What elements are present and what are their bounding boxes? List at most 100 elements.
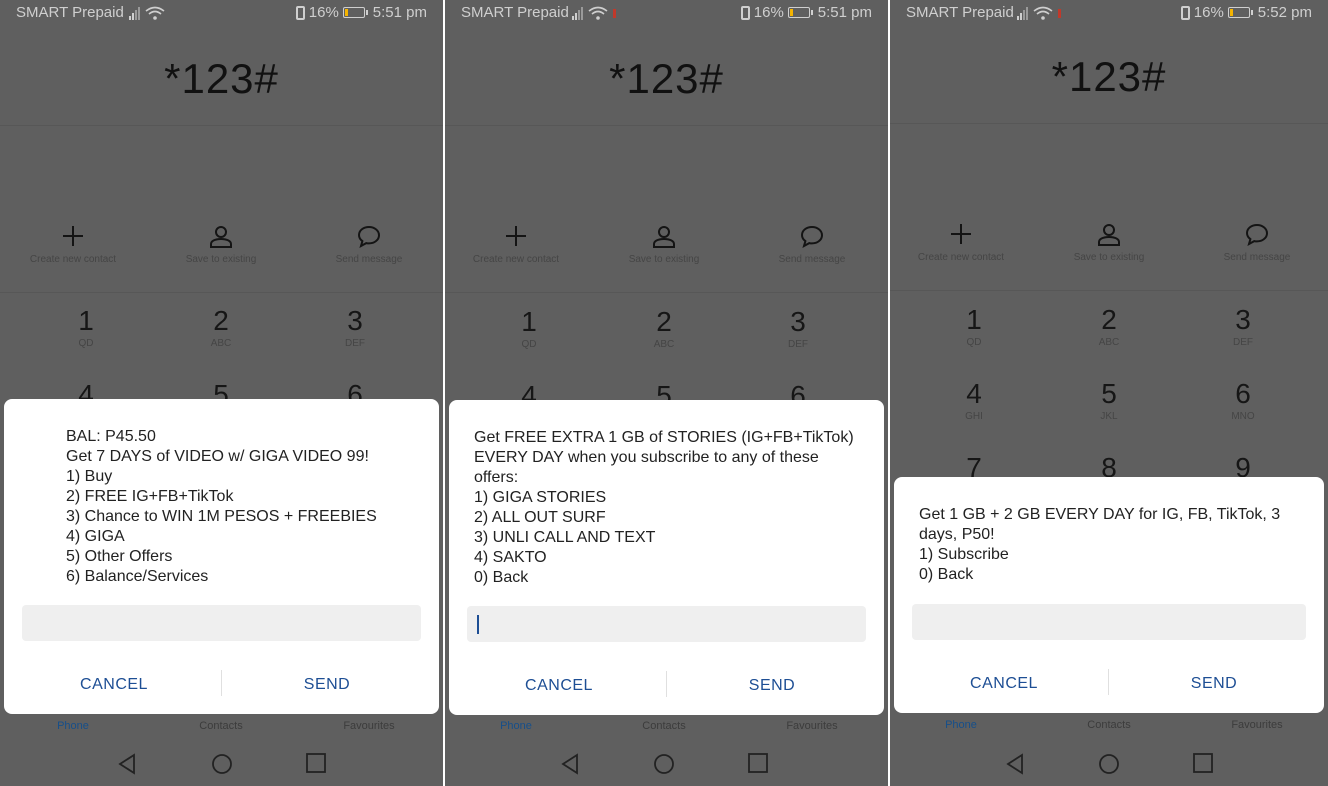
system-nav-bar (445, 748, 888, 784)
key-letters: ABC (653, 339, 675, 350)
battery-percent: 16% (753, 4, 784, 21)
dial-key-6[interactable]: 6 MNO (1198, 378, 1288, 423)
dialer-actions: Create new contact Save to existing Send… (890, 222, 1328, 272)
send-button[interactable]: SEND (227, 676, 427, 694)
message-line: 3) Chance to WIN 1M PESOS + FREEBIES (66, 508, 377, 525)
dial-key-4[interactable]: 4 GHI (929, 379, 1019, 423)
tab-contacts[interactable]: Contacts (614, 720, 714, 732)
send-button[interactable]: SEND (1114, 675, 1314, 693)
dial-key-3[interactable]: 3 DEF (753, 307, 843, 351)
send-message-button[interactable]: Send message (294, 224, 443, 265)
dial-key-3[interactable]: 3 DEF (1198, 304, 1288, 349)
dial-key-1[interactable]: 1 QD (484, 307, 574, 351)
tab-favourites[interactable]: Favourites (1207, 719, 1307, 731)
send-message-button[interactable]: Send message (737, 224, 887, 265)
dial-key-5[interactable]: 5 JKL (1064, 378, 1154, 423)
tab-favourites[interactable]: Favourites (319, 720, 419, 732)
key-letters: GHI (965, 411, 983, 422)
back-icon[interactable] (1004, 752, 1026, 776)
status-bar: SMART Prepaid 16% 5:52 pm (890, 0, 1328, 26)
person-icon (210, 226, 232, 248)
message-icon (800, 225, 824, 248)
dial-key-2[interactable]: 2 ABC (1064, 304, 1154, 349)
key-letters: DEF (1233, 337, 1253, 348)
dial-key-1[interactable]: 1 QD (41, 306, 131, 350)
recents-icon[interactable] (747, 752, 769, 774)
vibrate-icon (295, 5, 305, 20)
divider (445, 125, 888, 126)
divider (890, 290, 1328, 291)
save-to-existing-button[interactable]: Save to existing (1034, 222, 1184, 263)
message-line: 5) Other Offers (66, 548, 173, 565)
tab-phone[interactable]: Phone (23, 720, 123, 732)
status-bar: SMART Prepaid 16% 5:51 pm (0, 0, 443, 26)
text-cursor (477, 615, 479, 634)
dialed-number: *123# (1051, 53, 1167, 100)
message-line: Get FREE EXTRA 1 GB of STORIES (IG+FB+Ti… (474, 429, 854, 446)
create-new-contact-button[interactable]: Create new contact (0, 224, 148, 265)
save-to-existing-button[interactable]: Save to existing (146, 224, 296, 265)
create-new-contact-button[interactable]: Create new contact (890, 222, 1036, 263)
ussd-reply-input[interactable] (22, 605, 421, 641)
create-new-contact-button[interactable]: Create new contact (445, 224, 591, 265)
tab-phone[interactable]: Phone (911, 719, 1011, 731)
dial-key-1[interactable]: 1 QD (929, 305, 1019, 349)
cancel-button[interactable]: CANCEL (904, 675, 1104, 693)
key-digit: 2 (213, 305, 229, 336)
system-nav-bar (0, 748, 443, 784)
status-bar: SMART Prepaid 16% 5:51 pm (445, 0, 888, 26)
clock: 5:51 pm (372, 4, 427, 21)
home-icon[interactable] (210, 752, 234, 776)
home-icon[interactable] (1097, 752, 1121, 776)
ussd-message: BAL: P45.50 Get 7 DAYS of VIDEO w/ GIGA … (66, 427, 419, 587)
signal-wifi-icon (129, 6, 165, 20)
tab-phone[interactable]: Phone (466, 720, 566, 732)
message-line: 1) GIGA STORIES (474, 489, 607, 506)
send-button[interactable]: SEND (672, 677, 872, 695)
message-line: 2) ALL OUT SURF (474, 509, 606, 526)
message-line: days, P50! (919, 526, 995, 543)
person-icon (653, 226, 675, 248)
message-line: 1) Buy (66, 468, 113, 485)
message-line: 6) Balance/Services (66, 568, 209, 585)
cancel-button[interactable]: CANCEL (459, 677, 659, 695)
message-line: 4) GIGA (66, 528, 125, 545)
plus-icon (63, 226, 83, 246)
message-line: 4) SAKTO (474, 549, 547, 566)
home-icon[interactable] (652, 752, 676, 776)
back-icon[interactable] (116, 752, 138, 776)
clock: 5:51 pm (817, 4, 872, 21)
message-icon (1245, 223, 1269, 246)
send-message-button[interactable]: Send message (1182, 222, 1328, 263)
tab-favourites[interactable]: Favourites (762, 720, 862, 732)
key-digit: 6 (1235, 378, 1251, 409)
save-to-existing-button[interactable]: Save to existing (589, 224, 739, 265)
action-label: Send message (1223, 252, 1291, 263)
key-letters: DEF (345, 338, 365, 349)
key-digit: 2 (1101, 304, 1117, 335)
recents-icon[interactable] (1192, 752, 1214, 774)
ussd-dialog: BAL: P45.50 Get 7 DAYS of VIDEO w/ GIGA … (4, 399, 439, 714)
tab-contacts[interactable]: Contacts (1059, 719, 1159, 731)
key-digit: 5 (1101, 378, 1117, 409)
dial-key-2[interactable]: 2 ABC (619, 307, 709, 351)
key-letters: QD (521, 339, 537, 350)
button-divider (666, 671, 667, 697)
dial-key-2[interactable]: 2 ABC (176, 305, 266, 350)
ussd-reply-input[interactable] (467, 606, 866, 642)
recents-icon[interactable] (305, 752, 327, 774)
cancel-button[interactable]: CANCEL (14, 676, 214, 694)
phone-screen-1: SMART Prepaid 16% 5:51 pm *123# Create n… (0, 0, 443, 786)
bottom-tabs: Phone Contacts Favourites (0, 720, 443, 740)
back-icon[interactable] (559, 752, 581, 776)
ussd-message: Get FREE EXTRA 1 GB of STORIES (IG+FB+Ti… (474, 428, 864, 588)
ussd-reply-input[interactable] (912, 604, 1306, 640)
message-line: Get 7 DAYS of VIDEO w/ GIGA VIDEO 99! (66, 448, 369, 465)
carrier-name: SMART Prepaid (16, 4, 124, 21)
key-digit: 3 (1235, 304, 1251, 335)
key-letters: MNO (1231, 411, 1255, 422)
tab-contacts[interactable]: Contacts (171, 720, 271, 732)
message-line: 0) Back (474, 569, 529, 586)
divider (0, 125, 443, 126)
dial-key-3[interactable]: 3 DEF (310, 306, 400, 350)
